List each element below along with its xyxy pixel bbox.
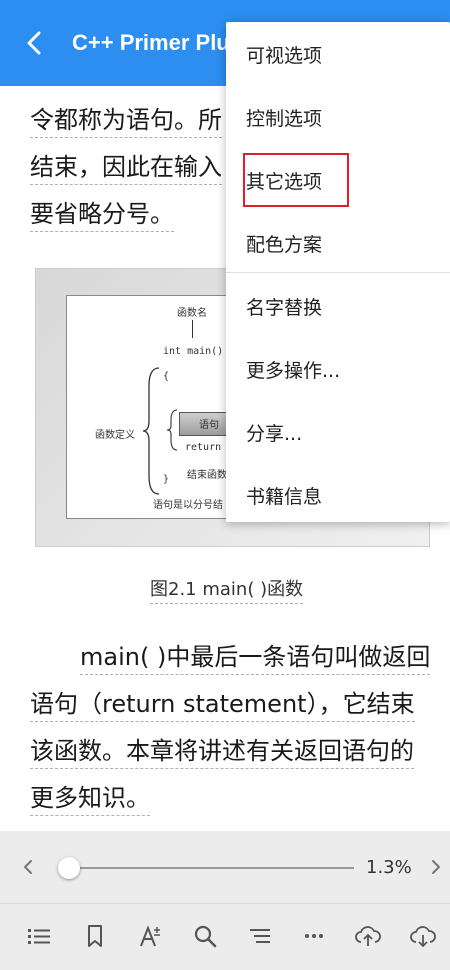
figure-label: } xyxy=(163,474,170,485)
more-icon[interactable] xyxy=(300,922,328,950)
menu-item-name-replace[interactable]: 名字替换 xyxy=(226,274,450,336)
font-size-icon[interactable] xyxy=(137,922,165,950)
cloud-download-icon[interactable] xyxy=(409,922,437,950)
figure-label: 语句 xyxy=(199,420,219,431)
figure-label: { xyxy=(163,371,170,382)
text-line: main( )中最后一条语句叫做返回 xyxy=(80,637,431,675)
figure-label: 函数名 xyxy=(177,308,207,319)
figure-label: 函数定义 xyxy=(95,430,135,441)
page-title: C++ Primer Plu xyxy=(72,30,230,55)
menu-item-share[interactable]: 分享... xyxy=(226,400,450,462)
menu-item-label: 配色方案 xyxy=(246,234,323,256)
figure-label: 语句是以分号结 xyxy=(153,500,223,511)
text-line: 要省略分号。 xyxy=(30,194,174,232)
text-line: 该函数。本章将讲述有关返回语句的 xyxy=(30,731,414,769)
menu-divider xyxy=(226,272,450,273)
figure-label: 结束函数 xyxy=(187,470,227,481)
chevron-left-icon[interactable] xyxy=(18,855,38,879)
figure-caption: 图2.1 main( )函数 xyxy=(150,575,304,604)
text-line: 更多知识。 xyxy=(30,778,150,816)
menu-item-label: 控制选项 xyxy=(246,108,323,130)
text-line: 令都称为语句。所 xyxy=(30,100,222,138)
menu-item-more-actions[interactable]: 更多操作... xyxy=(226,337,450,399)
bookmark-icon[interactable] xyxy=(81,922,109,950)
list-icon[interactable] xyxy=(25,922,53,950)
cloud-upload-icon[interactable] xyxy=(354,922,382,950)
options-menu: 可视选项 控制选项 其它选项 配色方案 名字替换 更多操作... 分享... 书… xyxy=(226,22,450,522)
text-line: 结束，因此在输入 xyxy=(30,147,222,185)
text-line: 语句（return statement），它结束 xyxy=(30,684,415,722)
back-arrow-icon[interactable] xyxy=(18,26,52,60)
search-icon[interactable] xyxy=(191,922,219,950)
toc-icon[interactable] xyxy=(246,922,274,950)
menu-item-control-options[interactable]: 控制选项 xyxy=(226,85,450,147)
highlight-box xyxy=(243,153,349,207)
slider-track[interactable] xyxy=(64,867,354,869)
progress-percent: 1.3% xyxy=(366,857,412,878)
bottom-toolbar xyxy=(0,903,450,970)
menu-item-book-info[interactable]: 书籍信息 xyxy=(226,463,450,525)
progress-bar: 1.3% xyxy=(0,831,450,903)
menu-item-label: 更多操作... xyxy=(246,360,341,382)
menu-item-label: 可视选项 xyxy=(246,45,323,67)
menu-item-label: 书籍信息 xyxy=(246,486,323,508)
menu-item-visual-options[interactable]: 可视选项 xyxy=(226,22,450,84)
chevron-right-icon[interactable] xyxy=(426,855,446,879)
menu-item-color-scheme[interactable]: 配色方案 xyxy=(226,211,450,273)
slider-thumb[interactable] xyxy=(57,857,80,879)
menu-item-label: 分享... xyxy=(246,423,303,445)
menu-item-label: 名字替换 xyxy=(246,297,323,319)
figure-label: int main() xyxy=(163,346,224,357)
